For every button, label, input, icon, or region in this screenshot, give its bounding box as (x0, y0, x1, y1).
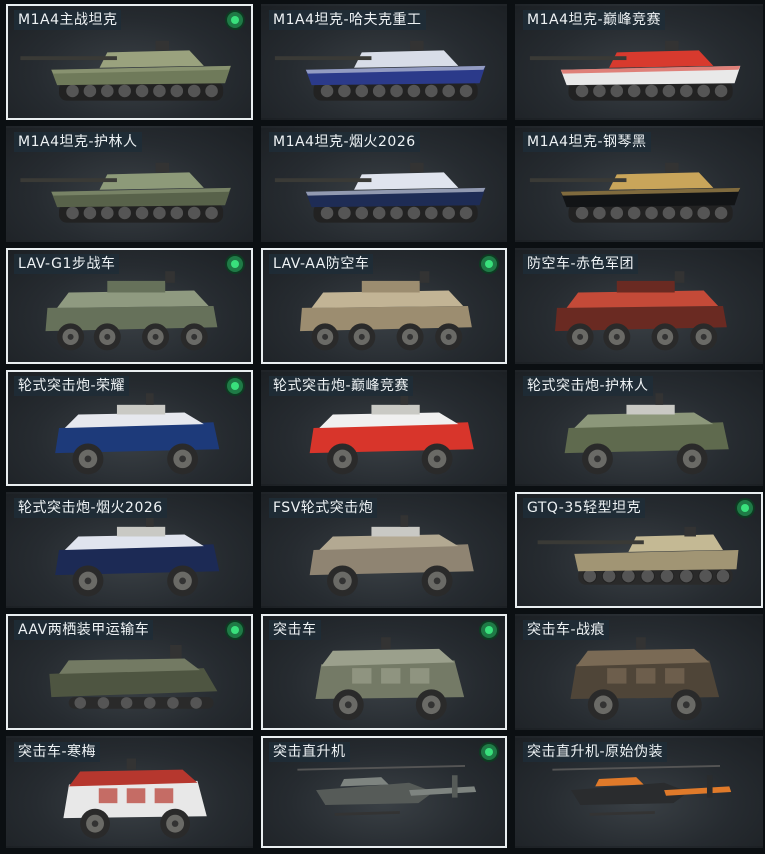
owned-indicator-icon (737, 500, 753, 516)
vehicle-card[interactable]: FSV轮式突击炮 (261, 492, 507, 608)
vehicle-card[interactable]: GTQ-35轻型坦克 (515, 492, 763, 608)
vehicle-card[interactable]: LAV-G1步战车 (6, 248, 253, 364)
vehicle-card[interactable]: 防空车-赤色军团 (515, 248, 763, 364)
owned-indicator-icon (481, 744, 497, 760)
vehicle-card[interactable]: M1A4坦克-护林人 (6, 126, 253, 242)
vehicle-name: 突击车-战痕 (523, 620, 610, 640)
vehicle-name: 突击直升机 (269, 742, 350, 762)
vehicle-card[interactable]: 突击车-寒梅 (6, 736, 253, 848)
vehicle-grid: M1A4主战坦克 M1A4坦克-哈夫克重工 M1A4坦克-巅峰竞赛 M1A4坦克… (0, 0, 765, 854)
vehicle-card[interactable]: M1A4坦克-巅峰竞赛 (515, 4, 763, 120)
vehicle-name: M1A4坦克-巅峰竞赛 (523, 10, 666, 30)
vehicle-card[interactable]: M1A4主战坦克 (6, 4, 253, 120)
vehicle-card[interactable]: LAV-AA防空车 (261, 248, 507, 364)
vehicle-name: M1A4坦克-钢琴黑 (523, 132, 651, 152)
vehicle-name: LAV-G1步战车 (14, 254, 120, 274)
vehicle-card[interactable]: 轮式突击炮-荣耀 (6, 370, 253, 486)
vehicle-name: 轮式突击炮-烟火2026 (14, 498, 167, 518)
vehicle-card[interactable]: M1A4坦克-哈夫克重工 (261, 4, 507, 120)
vehicle-card[interactable]: AAV两栖装甲运输车 (6, 614, 253, 730)
vehicle-card[interactable]: M1A4坦克-烟火2026 (261, 126, 507, 242)
owned-indicator-icon (227, 378, 243, 394)
vehicle-card[interactable]: 突击直升机 (261, 736, 507, 848)
vehicle-name: 防空车-赤色军团 (523, 254, 639, 274)
owned-indicator-icon (227, 256, 243, 272)
vehicle-card[interactable]: 轮式突击炮-护林人 (515, 370, 763, 486)
owned-indicator-icon (227, 622, 243, 638)
vehicle-name: FSV轮式突击炮 (269, 498, 378, 518)
vehicle-name: 轮式突击炮-护林人 (523, 376, 653, 396)
vehicle-name: 轮式突击炮-巅峰竞赛 (269, 376, 414, 396)
vehicle-card[interactable]: M1A4坦克-钢琴黑 (515, 126, 763, 242)
vehicle-card[interactable]: 突击车 (261, 614, 507, 730)
owned-indicator-icon (481, 256, 497, 272)
vehicle-name: M1A4主战坦克 (14, 10, 122, 30)
vehicle-card[interactable]: 突击直升机-原始伪装 (515, 736, 763, 848)
vehicle-name: M1A4坦克-护林人 (14, 132, 142, 152)
vehicle-name: M1A4坦克-烟火2026 (269, 132, 420, 152)
vehicle-name: M1A4坦克-哈夫克重工 (269, 10, 426, 30)
vehicle-name: AAV两栖装甲运输车 (14, 620, 154, 640)
owned-indicator-icon (481, 622, 497, 638)
vehicle-name: 轮式突击炮-荣耀 (14, 376, 130, 396)
vehicle-name: 突击车-寒梅 (14, 742, 101, 762)
owned-indicator-icon (227, 12, 243, 28)
vehicle-card[interactable]: 轮式突击炮-巅峰竞赛 (261, 370, 507, 486)
vehicle-name: GTQ-35轻型坦克 (523, 498, 646, 518)
vehicle-card[interactable]: 轮式突击炮-烟火2026 (6, 492, 253, 608)
vehicle-name: 突击车 (269, 620, 321, 640)
vehicle-name: 突击直升机-原始伪装 (523, 742, 668, 762)
vehicle-card[interactable]: 突击车-战痕 (515, 614, 763, 730)
vehicle-name: LAV-AA防空车 (269, 254, 374, 274)
